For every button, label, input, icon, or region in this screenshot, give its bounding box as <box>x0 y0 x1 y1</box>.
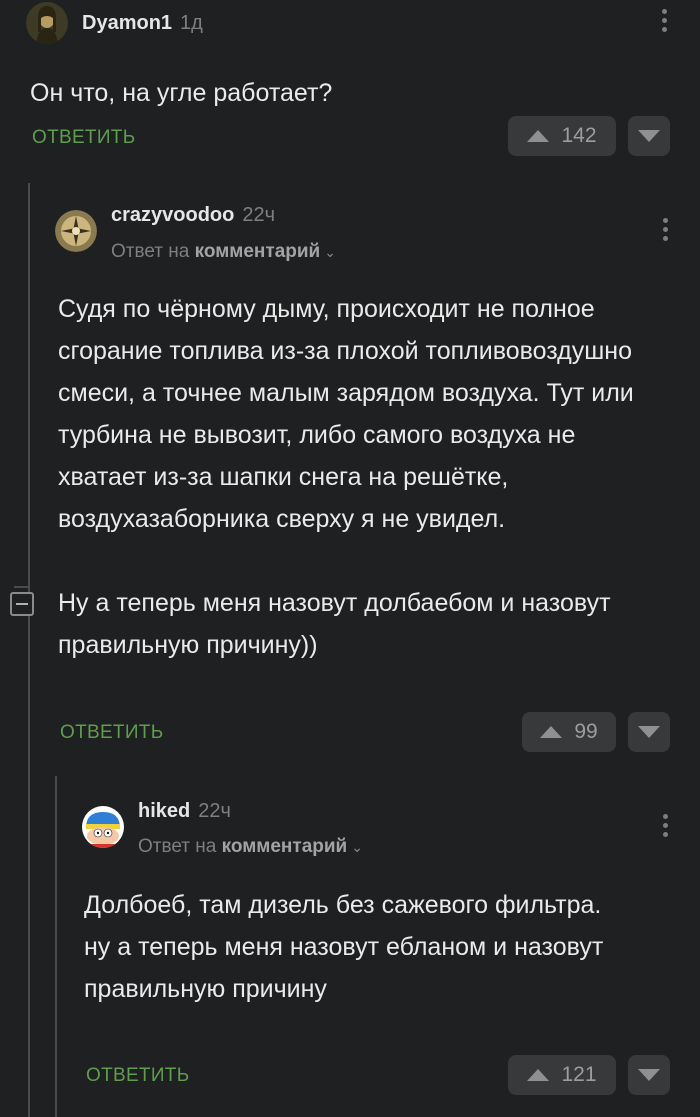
comment-paragraph: Судя по чёрному дыму, происходит не полн… <box>58 295 634 533</box>
username[interactable]: Dyamon1 <box>82 12 172 35</box>
comment-paragraph: ну а теперь меня назовут ебланом и назов… <box>84 933 604 1003</box>
comment-body: Долбоеб, там дизель без сажевого фильтра… <box>84 884 604 1010</box>
reply-button[interactable]: ОТВЕТИТЬ <box>86 1065 189 1087</box>
arrow-up-icon <box>540 726 563 738</box>
upvote-button[interactable]: 142 <box>508 116 616 156</box>
rating-count: 142 <box>561 124 597 147</box>
reply-to-link[interactable]: Ответ на комментарий ⌄ <box>138 836 363 858</box>
arrow-down-icon <box>638 130 660 142</box>
more-vertical-icon[interactable] <box>660 9 668 32</box>
rating-count: 99 <box>574 720 598 743</box>
reply-to-link[interactable]: Ответ на комментарий ⌄ <box>111 241 336 263</box>
collapse-thread-button[interactable] <box>10 592 34 616</box>
reply-button[interactable]: ОТВЕТИТЬ <box>32 127 135 149</box>
upvote-button[interactable]: 99 <box>522 712 616 752</box>
thread-line-level-2[interactable] <box>55 776 57 1117</box>
collapse-minus-icon <box>16 603 28 605</box>
more-vertical-icon[interactable] <box>661 814 669 837</box>
downvote-button[interactable] <box>628 1055 670 1095</box>
downvote-button[interactable] <box>628 116 670 156</box>
reply-to-target: комментарий <box>221 836 348 857</box>
timestamp: 22ч <box>198 799 231 822</box>
reply-to-prefix: Ответ на <box>138 836 217 857</box>
more-vertical-icon[interactable] <box>661 218 669 241</box>
avatar[interactable] <box>26 2 68 44</box>
chevron-down-icon: ⌄ <box>351 839 363 855</box>
comment-body: Он что, на угле работает? <box>30 72 650 114</box>
comment-header: Dyamon1 1д <box>26 2 203 44</box>
avatar-image <box>82 806 124 848</box>
avatar-image <box>55 210 97 252</box>
username[interactable]: hiked <box>138 800 190 823</box>
comment-paragraph: Ну а теперь меня назовут долбаебом и наз… <box>58 589 611 659</box>
chevron-down-icon: ⌄ <box>324 244 336 260</box>
reply-to-prefix: Ответ на <box>111 241 190 262</box>
avatar[interactable] <box>55 210 97 252</box>
reply-button[interactable]: ОТВЕТИТЬ <box>60 722 163 744</box>
arrow-up-icon <box>527 1069 550 1081</box>
comment-paragraph: Долбоеб, там дизель без сажевого фильтра… <box>84 891 602 919</box>
rating-count: 121 <box>561 1063 597 1086</box>
username[interactable]: crazyvoodoo <box>111 204 234 227</box>
arrow-down-icon <box>638 726 660 738</box>
comment-body: Судя по чёрному дыму, происходит не полн… <box>58 288 638 666</box>
avatar-image <box>26 2 68 44</box>
reply-to-target: комментарий <box>194 241 321 262</box>
thread-line-level-1[interactable] <box>28 183 30 1117</box>
arrow-up-icon <box>527 130 550 142</box>
timestamp: 22ч <box>242 203 276 226</box>
downvote-button[interactable] <box>628 712 670 752</box>
comments-thread: Dyamon1 1д Он что, на угле работает? ОТВ… <box>0 0 700 1117</box>
upvote-button[interactable]: 121 <box>508 1055 616 1095</box>
timestamp: 1д <box>180 11 203 34</box>
arrow-down-icon <box>638 1069 660 1081</box>
avatar[interactable] <box>82 806 124 848</box>
collapse-connector <box>14 586 30 588</box>
comment-paragraph: Он что, на угле работает? <box>30 79 333 107</box>
